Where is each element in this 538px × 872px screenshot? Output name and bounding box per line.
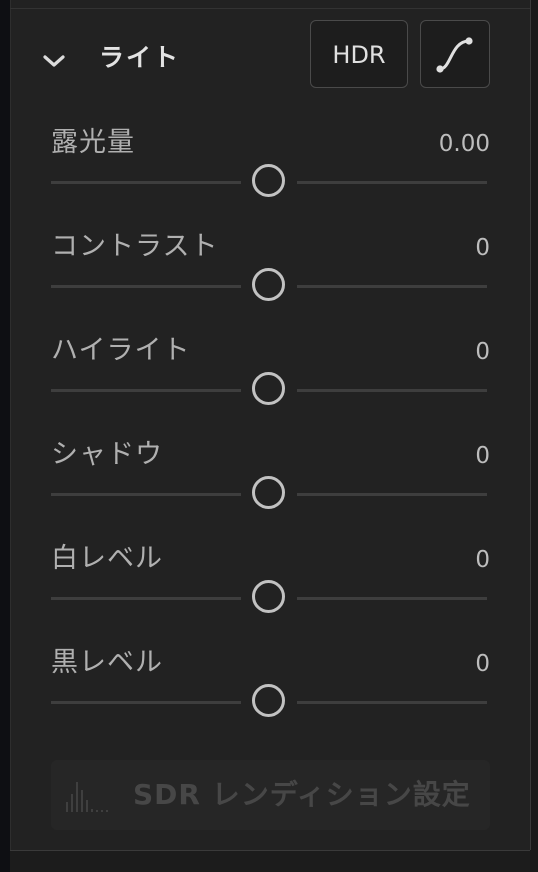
slider-value-highlights[interactable]: 0 [475,335,490,369]
slider-thumb-whites[interactable] [252,580,285,613]
sdr-rendition-label: SDR レンディション設定 [133,778,471,811]
slider-thumb-exposure[interactable] [252,164,285,197]
scrollbar-gutter [530,0,538,872]
light-panel: ライト HDR 露光量 0.00 コントラスト 0 ハイライト 0 シャドウ 0 白レベル 0 黒レ… [10,0,531,850]
slider-value-contrast[interactable]: 0 [475,231,490,265]
slider-value-exposure[interactable]: 0.00 [439,127,490,161]
slider-row-exposure: 露光量 0.00 [11,125,530,229]
tone-curve-button[interactable] [420,20,490,88]
slider-row-highlights: ハイライト 0 [11,333,530,437]
slider-row-whites: 白レベル 0 [11,541,530,645]
slider-label-contrast: コントラスト [51,231,219,262]
slider-label-shadows: シャドウ [51,439,163,470]
sdr-rendition-settings-button[interactable]: SDR レンディション設定 [51,760,490,830]
slider-thumb-shadows[interactable] [252,476,285,509]
divider-top [10,8,530,9]
slider-value-blacks[interactable]: 0 [475,647,490,681]
slider-label-exposure: 露光量 [51,127,135,158]
panel-header: ライト HDR [11,20,530,90]
slider-row-shadows: シャドウ 0 [11,437,530,541]
slider-thumb-contrast[interactable] [252,268,285,301]
tone-curve-icon [436,37,473,73]
slider-row-contrast: コントラスト 0 [11,229,530,333]
background-canvas-edge [0,0,10,872]
slider-thumb-blacks[interactable] [252,684,285,717]
section-title[interactable]: ライト [99,42,180,74]
slider-value-shadows[interactable]: 0 [475,439,490,473]
slider-value-whites[interactable]: 0 [475,543,490,577]
slider-row-blacks: 黒レベル 0 [11,645,530,749]
divider-bottom [10,850,530,851]
hdr-button[interactable]: HDR [310,20,408,88]
slider-thumb-highlights[interactable] [252,372,285,405]
histogram-icon [66,782,108,812]
slider-label-highlights: ハイライト [51,335,191,366]
slider-label-whites: 白レベル [51,543,163,574]
slider-label-blacks: 黒レベル [51,647,163,678]
chevron-down-icon[interactable] [41,48,67,74]
